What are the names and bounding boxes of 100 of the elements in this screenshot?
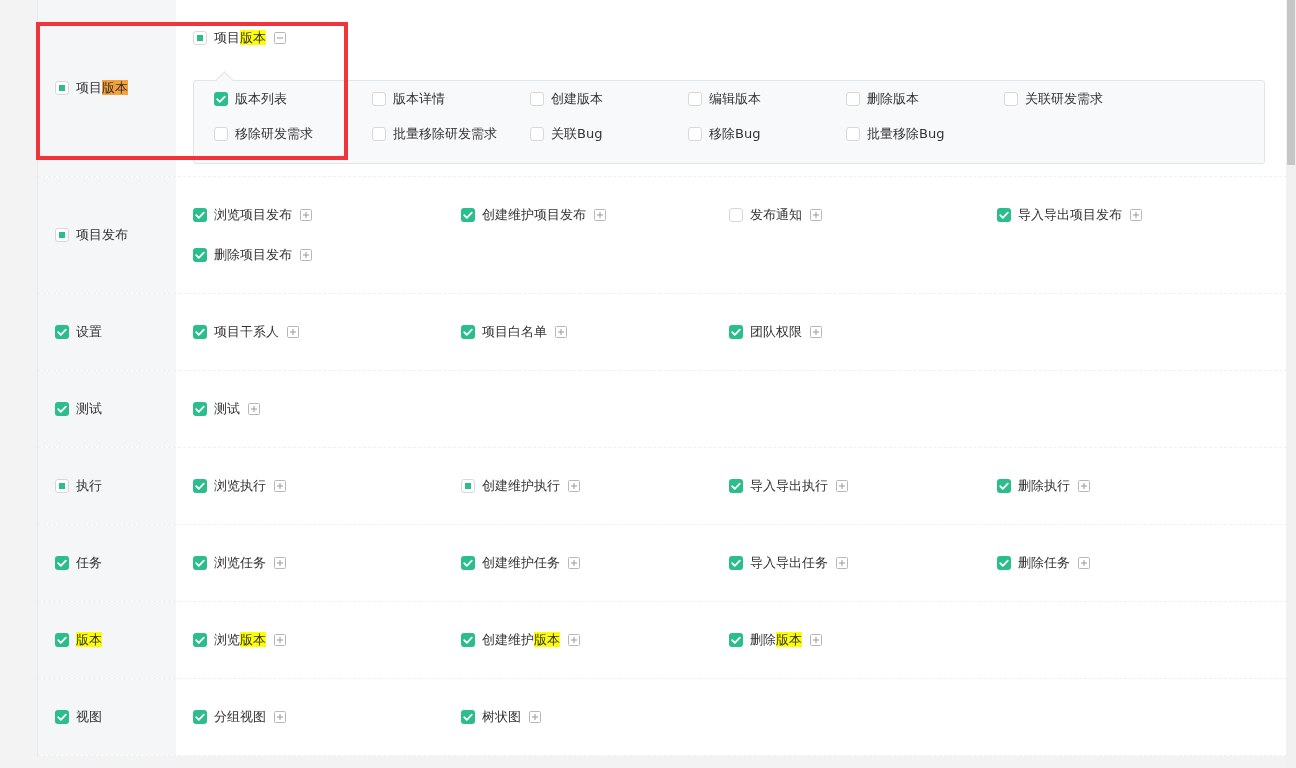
permission-label: 执行: [76, 477, 102, 495]
permission-label: 关联研发需求: [1025, 90, 1103, 108]
permission-label: 编辑版本: [709, 90, 761, 108]
checkbox[interactable]: [997, 208, 1011, 222]
checkbox[interactable]: [372, 92, 386, 106]
permission-label: 创建维护版本: [482, 631, 560, 649]
checkbox[interactable]: [729, 479, 743, 493]
checkbox[interactable]: [461, 208, 475, 222]
permission-label: 删除版本: [867, 90, 919, 108]
permission-label: 导入导出任务: [750, 554, 828, 572]
permission-label: 删除执行: [1018, 477, 1070, 495]
expand-icon[interactable]: [568, 634, 580, 646]
permission-label: 删除项目发布: [214, 246, 292, 264]
expand-icon[interactable]: [1078, 480, 1090, 492]
permission-label: 版本: [76, 631, 102, 649]
permission-label: 设置: [76, 323, 102, 341]
permission-label: 批量移除Bug: [867, 125, 945, 143]
checkbox[interactable]: [55, 81, 69, 95]
permission-label: 移除研发需求: [235, 125, 313, 143]
checkbox[interactable]: [193, 31, 207, 45]
permission-label: 浏览项目发布: [214, 206, 292, 224]
expand-icon[interactable]: [555, 326, 567, 338]
checkbox[interactable]: [461, 710, 475, 724]
checkbox[interactable]: [193, 556, 207, 570]
checkbox[interactable]: [193, 479, 207, 493]
permission-label: 项目白名单: [482, 323, 547, 341]
checkbox[interactable]: [193, 710, 207, 724]
collapse-icon[interactable]: [274, 32, 286, 44]
expand-icon[interactable]: [810, 326, 822, 338]
expand-icon[interactable]: [300, 249, 312, 261]
expand-icon[interactable]: [274, 711, 286, 723]
permission-label: 任务: [76, 554, 102, 572]
expand-icon[interactable]: [1078, 557, 1090, 569]
checkbox[interactable]: [846, 92, 860, 106]
permission-label: 导入导出执行: [750, 477, 828, 495]
checkbox[interactable]: [461, 325, 475, 339]
checkbox[interactable]: [55, 325, 69, 339]
expand-icon[interactable]: [810, 634, 822, 646]
checkbox[interactable]: [214, 92, 228, 106]
expand-icon[interactable]: [248, 403, 260, 415]
permission-label: 测试: [76, 400, 102, 418]
permission-label: 发布通知: [750, 206, 802, 224]
permission-label: 创建维护任务: [482, 554, 560, 572]
checkbox[interactable]: [193, 633, 207, 647]
permission-label: 创建版本: [551, 90, 603, 108]
permission-label: 项目干系人: [214, 323, 279, 341]
expand-icon[interactable]: [594, 209, 606, 221]
checkbox[interactable]: [55, 710, 69, 724]
checkbox[interactable]: [997, 556, 1011, 570]
checkbox[interactable]: [688, 92, 702, 106]
permission-label: 树状图: [482, 708, 521, 726]
checkbox[interactable]: [729, 556, 743, 570]
expand-icon[interactable]: [836, 480, 848, 492]
checkbox[interactable]: [729, 325, 743, 339]
checkbox[interactable]: [846, 127, 860, 141]
expand-icon[interactable]: [287, 326, 299, 338]
expand-icon[interactable]: [274, 480, 286, 492]
checkbox[interactable]: [461, 479, 475, 493]
checkbox[interactable]: [55, 556, 69, 570]
permission-label: 测试: [214, 400, 240, 418]
expand-icon[interactable]: [300, 209, 312, 221]
checkbox[interactable]: [193, 208, 207, 222]
checkbox[interactable]: [729, 208, 743, 222]
checkbox[interactable]: [193, 325, 207, 339]
checkbox[interactable]: [372, 127, 386, 141]
checkbox[interactable]: [688, 127, 702, 141]
checkbox[interactable]: [461, 633, 475, 647]
permission-label: 项目版本: [214, 29, 266, 47]
expand-icon[interactable]: [274, 634, 286, 646]
checkbox[interactable]: [55, 479, 69, 493]
checkbox[interactable]: [530, 127, 544, 141]
permission-label: 浏览执行: [214, 477, 266, 495]
expand-icon[interactable]: [274, 557, 286, 569]
checkbox[interactable]: [530, 92, 544, 106]
permission-label: 视图: [76, 708, 102, 726]
checkbox[interactable]: [193, 248, 207, 262]
checkbox[interactable]: [997, 479, 1011, 493]
expand-icon[interactable]: [568, 480, 580, 492]
checkbox[interactable]: [55, 228, 69, 242]
permission-label: 删除任务: [1018, 554, 1070, 572]
expand-icon[interactable]: [836, 557, 848, 569]
permission-label: 删除版本: [750, 631, 802, 649]
checkbox[interactable]: [461, 556, 475, 570]
checkbox[interactable]: [55, 402, 69, 416]
checkbox[interactable]: [55, 633, 69, 647]
expand-icon[interactable]: [810, 209, 822, 221]
checkbox[interactable]: [1004, 92, 1018, 106]
permission-label: 版本列表: [235, 90, 287, 108]
checkbox[interactable]: [729, 633, 743, 647]
permission-label: 版本详情: [393, 90, 445, 108]
expand-icon[interactable]: [529, 711, 541, 723]
permission-label: 分组视图: [214, 708, 266, 726]
permission-label: 创建维护项目发布: [482, 206, 586, 224]
permission-label: 创建维护执行: [482, 477, 560, 495]
permission-label: 浏览版本: [214, 631, 266, 649]
checkbox[interactable]: [214, 127, 228, 141]
permission-label: 移除Bug: [709, 125, 761, 143]
expand-icon[interactable]: [1130, 209, 1142, 221]
expand-icon[interactable]: [568, 557, 580, 569]
checkbox[interactable]: [193, 402, 207, 416]
